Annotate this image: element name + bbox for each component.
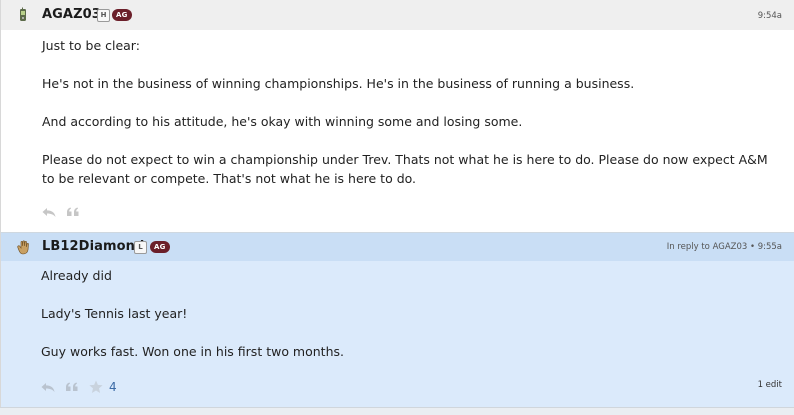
post-agaz03: AGAZ03 H AG 9:54a Just to be clear: He's… [0, 0, 794, 233]
post-paragraph: He's not in the business of winning cham… [42, 76, 635, 91]
phone-icon [20, 7, 26, 21]
username[interactable]: LB12Diamond [42, 239, 144, 254]
post-header: LB12Diamond L AG In reply to AGAZ03 • 9:… [1, 233, 794, 261]
post-body: Already did Lady's Tennis last year! Guy… [41, 266, 774, 380]
reply-icon[interactable] [41, 204, 57, 220]
role-badge: H [97, 9, 110, 22]
role-badge: L [134, 241, 147, 254]
star-icon[interactable] [88, 379, 104, 395]
post-actions [41, 204, 89, 220]
quote-icon[interactable] [65, 204, 81, 220]
reply-icon[interactable] [40, 379, 56, 395]
next-post-divider [0, 407, 794, 415]
reply-meta[interactable]: In reply to AGAZ03 • 9:55a [667, 242, 782, 252]
post-body: Just to be clear: He's not in the busine… [42, 36, 774, 207]
post-header: AGAZ03 H AG 9:54a [1, 0, 794, 30]
post-timestamp[interactable]: 9:54a [758, 11, 782, 21]
hand-icon [17, 240, 29, 255]
group-badge: AG [150, 241, 170, 253]
post-paragraph: Lady's Tennis last year! [41, 306, 188, 321]
post-actions: 4 [40, 379, 117, 395]
edit-count[interactable]: 1 edit [758, 380, 782, 390]
like-count[interactable]: 4 [109, 380, 117, 394]
group-badge: AG [112, 9, 132, 21]
post-paragraph: Already did [41, 268, 112, 283]
post-paragraph: Guy works fast. Won one in his first two… [41, 344, 344, 359]
username[interactable]: AGAZ03 [42, 7, 101, 22]
post-paragraph: Just to be clear: [42, 38, 140, 53]
quote-icon[interactable] [64, 379, 80, 395]
post-paragraph: And according to his attitude, he's okay… [42, 114, 523, 129]
post-paragraph: Please do not expect to win a championsh… [42, 152, 772, 186]
